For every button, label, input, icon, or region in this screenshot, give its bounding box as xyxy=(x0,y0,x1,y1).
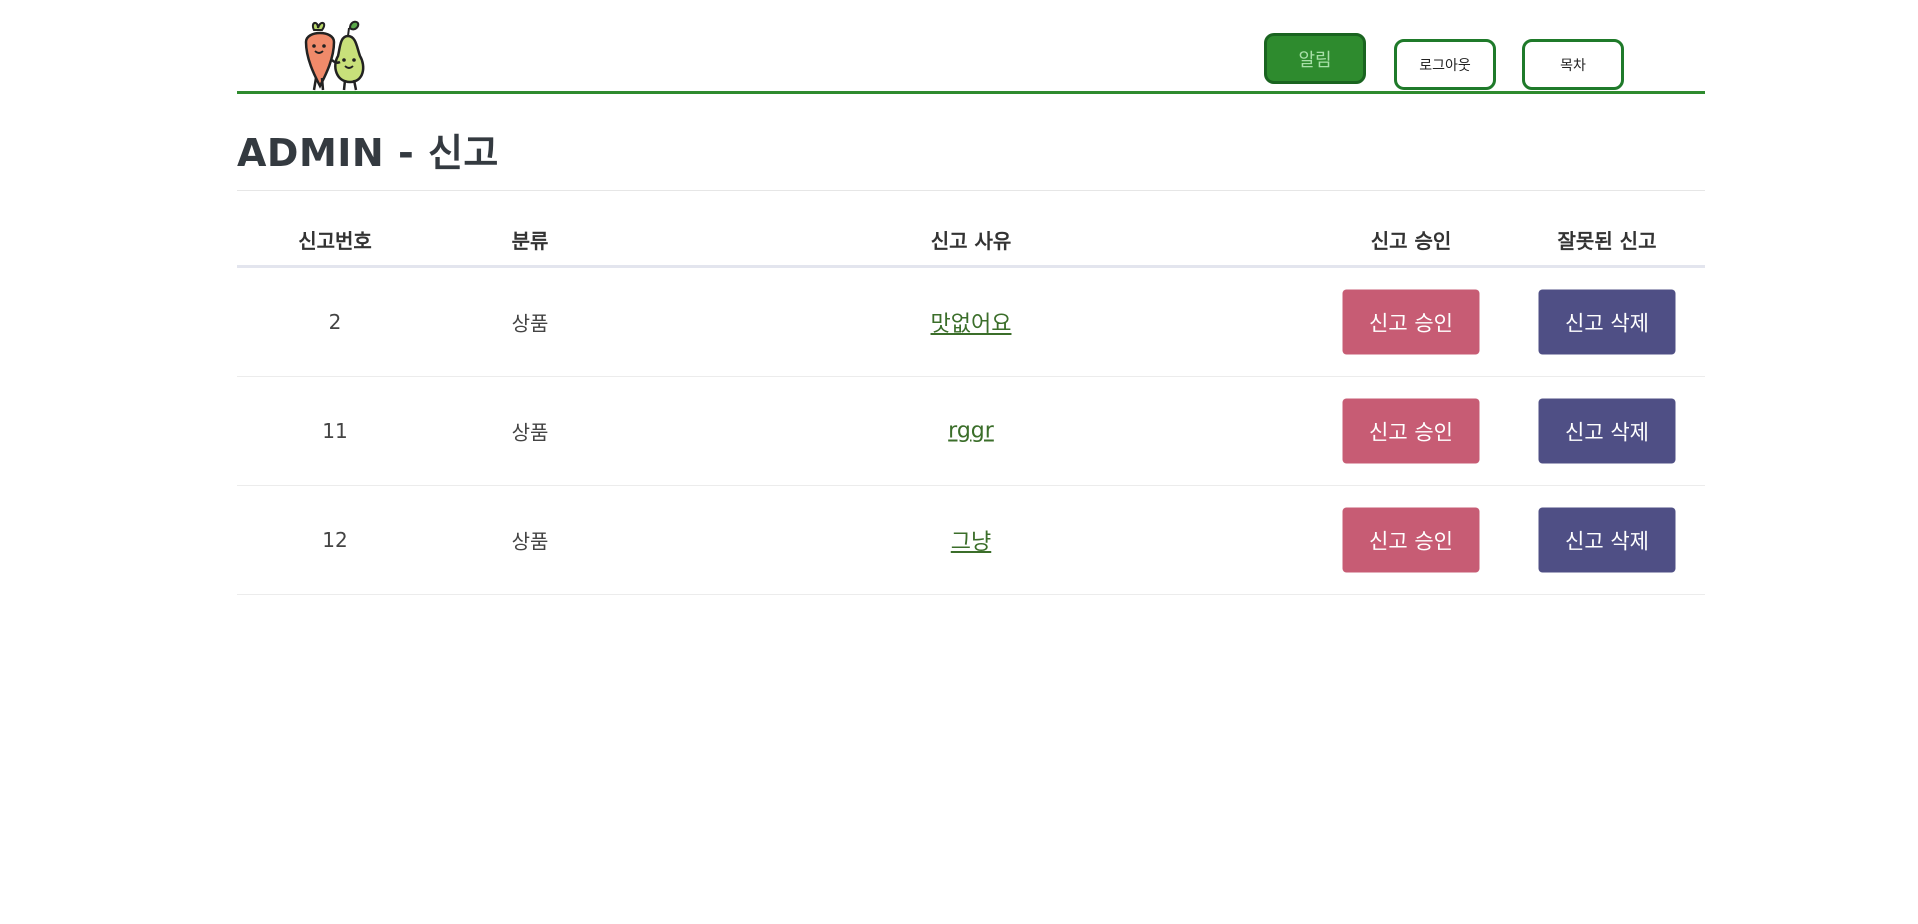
report-reason-link[interactable]: 맛없어요 xyxy=(931,306,1012,338)
page: 알림 로그아웃 목차 ADMIN - 신고 신고번호 분류 신고 사유 신고 승… xyxy=(0,0,1918,924)
report-table: 신고번호 분류 신고 사유 신고 승인 잘못된 신고 2 상품 맛없어요 신고 … xyxy=(237,215,1705,595)
logout-button[interactable]: 로그아웃 xyxy=(1394,39,1496,90)
title-divider xyxy=(237,190,1705,191)
column-header-approve: 신고 승인 xyxy=(1370,229,1452,253)
column-header-reason: 신고 사유 xyxy=(930,229,1012,253)
approve-report-button[interactable]: 신고 승인 xyxy=(1342,398,1480,464)
table-header: 신고번호 분류 신고 사유 신고 승인 잘못된 신고 xyxy=(237,215,1705,268)
report-category: 상품 xyxy=(511,311,549,336)
report-reason-link[interactable]: rggr xyxy=(948,419,994,444)
delete-report-button[interactable]: 신고 삭제 xyxy=(1538,398,1676,464)
report-category: 상품 xyxy=(511,529,549,554)
report-number: 2 xyxy=(328,310,342,334)
report-number: 11 xyxy=(322,419,348,443)
column-header-report-number: 신고번호 xyxy=(298,229,372,253)
column-header-invalid-report: 잘못된 신고 xyxy=(1557,229,1657,253)
table-row: 12 상품 그냥 신고 승인 신고 삭제 xyxy=(237,486,1705,595)
approve-report-button[interactable]: 신고 승인 xyxy=(1342,507,1480,573)
report-reason-link[interactable]: 그냥 xyxy=(951,524,991,556)
report-category: 상품 xyxy=(511,420,549,445)
report-number: 12 xyxy=(322,528,348,552)
carrot-pear-logo-icon[interactable] xyxy=(294,20,370,92)
delete-report-button[interactable]: 신고 삭제 xyxy=(1538,507,1676,573)
column-header-category: 분류 xyxy=(511,229,549,253)
delete-report-button[interactable]: 신고 삭제 xyxy=(1538,289,1676,355)
header: 알림 로그아웃 목차 xyxy=(237,0,1705,94)
page-title: ADMIN - 신고 xyxy=(237,131,499,175)
table-row: 11 상품 rggr 신고 승인 신고 삭제 xyxy=(237,377,1705,486)
approve-report-button[interactable]: 신고 승인 xyxy=(1342,289,1480,355)
alarm-button[interactable]: 알림 xyxy=(1264,33,1366,84)
table-row: 2 상품 맛없어요 신고 승인 신고 삭제 xyxy=(237,268,1705,377)
list-button[interactable]: 목차 xyxy=(1522,39,1624,90)
